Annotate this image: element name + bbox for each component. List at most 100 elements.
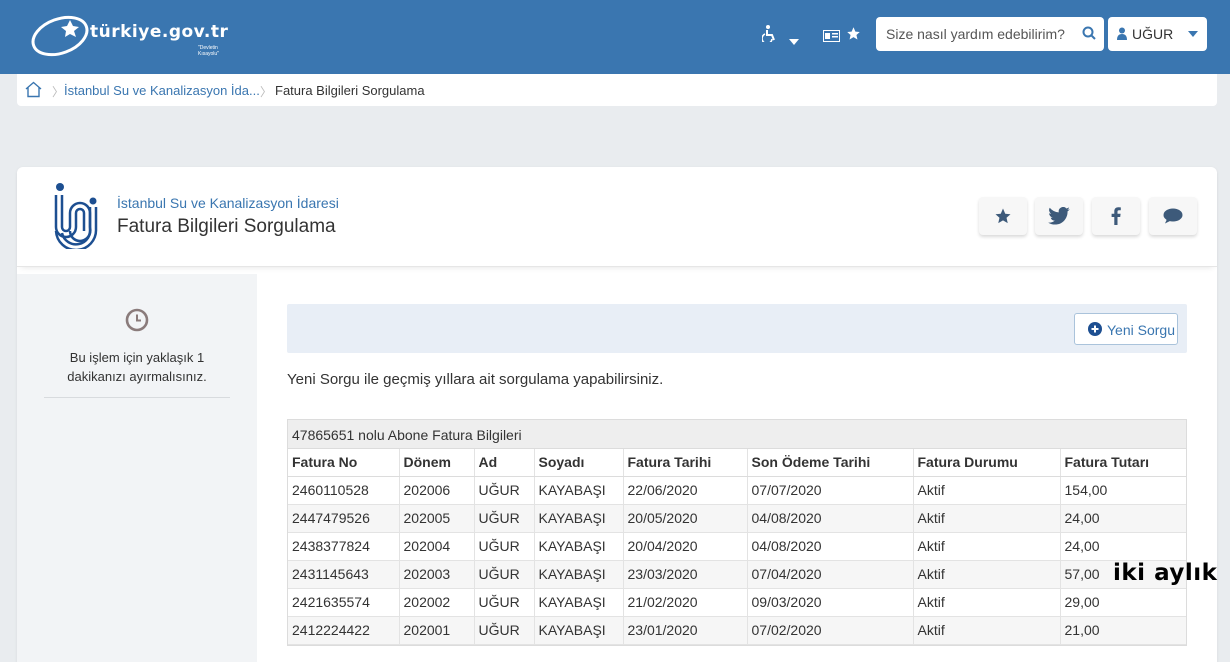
table-cell: Aktif [913,616,1061,645]
turkiye-gov-logo[interactable]: türkiye.gov.tr "Devletin Kısayolu" [30,12,240,58]
table-cell: Aktif [913,588,1061,617]
table-cell: 22/06/2020 [623,476,748,505]
table-row: 2438377824 202004 UĞUR KAYABAŞI 20/04/2020 04… [288,532,1186,561]
search-input[interactable] [886,24,1076,44]
table-cell: 04/08/2020 [747,504,914,533]
action-bar: Yeni Sorgu [287,304,1187,353]
table-cell: 23/03/2020 [623,560,748,589]
institution-name[interactable]: İstanbul Su ve Kanalizasyon İdaresi [117,195,339,211]
table-cell: UĞUR [474,532,535,561]
home-icon[interactable] [25,81,42,98]
column-header: Fatura Tarihi [623,449,748,477]
table-cell: 07/02/2020 [747,616,914,645]
table-row: 2431145643 202003 UĞUR KAYABAŞI 23/03/2020 07… [288,560,1186,589]
crescent-star-logo-icon [31,15,89,57]
table-cell: KAYABAŞI [534,504,624,533]
table-body: 2460110528 202006 UĞUR KAYABAŞI 22/06/2020 07… [288,476,1186,645]
table-cell: 2431145643 [288,560,400,589]
chevron-down-icon [1188,31,1198,37]
table-cell: 202005 [399,504,475,533]
column-header: Soyadı [534,449,624,477]
user-menu-button[interactable]: UĞUR [1108,17,1207,51]
table-cell: UĞUR [474,616,535,645]
search-box [876,17,1104,51]
top-navbar: türkiye.gov.tr "Devletin Kısayolu" UĞUR [0,0,1230,74]
table-cell: Aktif [913,560,1061,589]
table-cell: Aktif [913,532,1061,561]
column-header: Ad [474,449,535,477]
table-cell: UĞUR [474,476,535,505]
logo-tagline: "Devletin Kısayolu" [198,45,219,57]
search-icon[interactable] [1082,26,1096,40]
table-cell: 2421635574 [288,588,400,617]
table-cell: 24,00 [1060,532,1186,561]
table-header-row: Fatura No Dönem Ad Soyadı Fatura Tarihi Son Ö… [288,449,1186,477]
table-cell: 09/03/2020 [747,588,914,617]
table-row: 2460110528 202006 UĞUR KAYABAŞI 22/06/2020 07… [288,476,1186,505]
column-header: Fatura No [288,449,400,477]
table-cell: 202001 [399,616,475,645]
service-card: İstanbul Su ve Kanalizasyon İdaresi Fatu… [17,167,1217,662]
table-cell: KAYABAŞI [534,476,624,505]
facebook-share-button[interactable] [1092,197,1140,235]
table-cell: UĞUR [474,560,535,589]
logo-text: türkiye.gov.tr [90,22,229,42]
star-icon [995,208,1011,224]
table-cell: 07/04/2020 [747,560,914,589]
table-cell: Aktif [913,504,1061,533]
comment-icon [1163,208,1183,224]
table-cell: 04/08/2020 [747,532,914,561]
column-header: Fatura Durumu [913,449,1061,477]
table-cell: 21/02/2020 [623,588,748,617]
table-cell: Aktif [913,476,1061,505]
id-card-icon[interactable] [823,28,840,48]
feedback-button[interactable] [1149,197,1197,235]
table-cell: 23/01/2020 [623,616,748,645]
accessibility-icon[interactable] [761,25,777,48]
table-cell: 29,00 [1060,588,1186,617]
new-query-label: Yeni Sorgu [1107,322,1175,338]
table-caption: 47865651 nolu Abone Fatura Bilgileri [288,420,1186,449]
breadcrumb-separator: 〉 [260,85,273,99]
table-cell: 202006 [399,476,475,505]
table-cell: 07/07/2020 [747,476,914,505]
breadcrumb-current: Fatura Bilgileri Sorgulama [275,83,425,98]
table-cell: 20/04/2020 [623,532,748,561]
favorite-button[interactable] [979,197,1027,235]
column-header: Fatura Tutarı [1060,449,1186,477]
star-icon[interactable] [846,26,861,47]
sidebar: Bu işlem için yaklaşık 1 dakikanızı ayır… [17,274,257,662]
column-header: Dönem [399,449,475,477]
table-cell: KAYABAŞI [534,588,624,617]
table-cell: 2447479526 [288,504,400,533]
table-cell: KAYABAŞI [534,616,624,645]
table-cell: 21,00 [1060,616,1186,645]
clock-icon [125,308,149,332]
twitter-share-button[interactable] [1035,197,1083,235]
table-cell: 24,00 [1060,504,1186,533]
handwritten-annotation: iki aylık [1113,560,1218,586]
breadcrumb-separator: 〉 [52,85,65,99]
estimated-time-note: Bu işlem için yaklaşık 1 dakikanızı ayır… [67,350,207,384]
plus-circle-icon [1088,322,1102,336]
table-cell: UĞUR [474,588,535,617]
invoice-table-panel: 47865651 nolu Abone Fatura Bilgileri Fat… [287,419,1187,646]
table-cell: UĞUR [474,504,535,533]
breadcrumb-link-iski[interactable]: İstanbul Su ve Kanalizasyon İda... [64,83,260,98]
page-title: Fatura Bilgileri Sorgulama [117,216,336,237]
breadcrumb: 〉 İstanbul Su ve Kanalizasyon İda... 〉 F… [17,74,1217,106]
new-query-button[interactable]: Yeni Sorgu [1074,313,1178,345]
table-row: 2412224422 202001 UĞUR KAYABAŞI 23/01/2020 07… [288,616,1186,645]
table-cell: KAYABAŞI [534,560,624,589]
table-cell: 202002 [399,588,475,617]
table-cell: 202004 [399,532,475,561]
table-cell: 2412224422 [288,616,400,645]
service-header: İstanbul Su ve Kanalizasyon İdaresi Fatu… [17,167,1217,267]
divider [44,397,230,398]
table-cell: 20/05/2020 [623,504,748,533]
twitter-icon [1048,207,1070,225]
caret-down-icon[interactable] [789,31,799,51]
table-cell: KAYABAŞI [534,532,624,561]
table-cell: 202003 [399,560,475,589]
info-text: Yeni Sorgu ile geçmiş yıllara ait sorgul… [287,371,664,388]
